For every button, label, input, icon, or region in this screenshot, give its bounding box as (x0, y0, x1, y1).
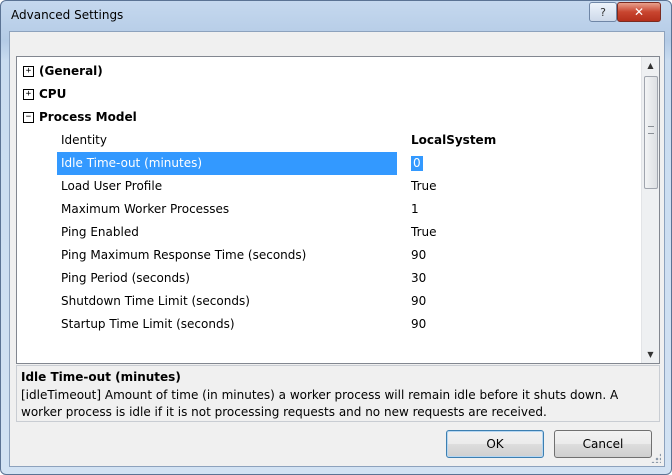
expand-icon[interactable]: + (23, 66, 34, 77)
category-label: Process Model (39, 110, 137, 124)
property-row-ping-period[interactable]: Ping Period (seconds) 30 (17, 267, 642, 290)
property-row-max-worker-processes[interactable]: Maximum Worker Processes 1 (17, 198, 642, 221)
property-name: Startup Time Limit (seconds) (61, 317, 235, 331)
property-row-shutdown-time-limit[interactable]: Shutdown Time Limit (seconds) 90 (17, 290, 642, 313)
property-value[interactable]: 90 (405, 313, 635, 336)
help-button[interactable]: ? (589, 2, 617, 22)
ok-button[interactable]: OK (446, 430, 544, 458)
property-name: Identity (61, 133, 107, 147)
scroll-up-icon[interactable]: ▲ (642, 57, 659, 74)
property-row-startup-time-limit[interactable]: Startup Time Limit (seconds) 90 (17, 313, 642, 336)
property-name: Ping Enabled (61, 225, 139, 239)
property-row-load-user-profile[interactable]: Load User Profile True (17, 175, 642, 198)
category-process-model[interactable]: − Process Model (17, 106, 642, 129)
property-value-editor[interactable]: 0 (405, 152, 635, 175)
category-cpu[interactable]: + CPU (17, 83, 642, 106)
category-label: CPU (39, 87, 67, 101)
category-label: (General) (39, 64, 103, 78)
window-title: Advanced Settings (11, 8, 124, 22)
collapse-icon[interactable]: − (23, 112, 34, 123)
property-name: Ping Maximum Response Time (seconds) (61, 248, 307, 262)
property-value[interactable]: 1 (405, 198, 635, 221)
category-general[interactable]: + (General) (17, 60, 642, 83)
expand-icon[interactable]: + (23, 89, 34, 100)
close-button[interactable]: ✕ (617, 2, 661, 22)
property-name: Ping Period (seconds) (61, 271, 190, 285)
description-panel: Idle Time-out (minutes) [idleTimeout] Am… (16, 365, 660, 422)
grip-icon (648, 126, 654, 134)
scrollbar-thumb[interactable] (644, 76, 658, 189)
property-value[interactable]: 0 (411, 156, 423, 171)
property-name: Load User Profile (61, 179, 163, 193)
property-value[interactable]: 30 (405, 267, 635, 290)
scroll-down-icon[interactable]: ▼ (642, 346, 659, 363)
property-row-identity[interactable]: Identity LocalSystem (17, 129, 642, 152)
property-grid: + (General) + CPU − Process Model Identi… (16, 56, 660, 364)
close-icon: ✕ (633, 5, 645, 19)
question-mark-icon: ? (600, 5, 606, 19)
property-value[interactable]: 90 (405, 244, 635, 267)
property-row-ping-enabled[interactable]: Ping Enabled True (17, 221, 642, 244)
property-list: + (General) + CPU − Process Model Identi… (17, 57, 642, 363)
dialog-body: + (General) + CPU − Process Model Identi… (9, 31, 665, 467)
property-name: Shutdown Time Limit (seconds) (61, 294, 250, 308)
property-name: Idle Time-out (minutes) (57, 152, 397, 175)
property-row-idle-timeout[interactable]: Idle Time-out (minutes) 0 (17, 152, 642, 175)
property-value[interactable]: LocalSystem (405, 129, 635, 152)
title-bar[interactable]: Advanced Settings ? ✕ (1, 1, 671, 31)
advanced-settings-dialog: Advanced Settings ? ✕ + (General) + CPU … (0, 0, 672, 475)
property-value[interactable]: True (405, 175, 635, 198)
vertical-scrollbar[interactable]: ▲ ▼ (641, 57, 659, 363)
resize-grip-icon[interactable] (651, 453, 661, 463)
property-name: Maximum Worker Processes (61, 202, 230, 216)
cancel-button[interactable]: Cancel (554, 430, 652, 458)
description-text: [idleTimeout] Amount of time (in minutes… (21, 388, 619, 419)
description-title: Idle Time-out (minutes) (21, 370, 181, 384)
property-row-ping-max-response[interactable]: Ping Maximum Response Time (seconds) 90 (17, 244, 642, 267)
property-value[interactable]: 90 (405, 290, 635, 313)
property-value[interactable]: True (405, 221, 635, 244)
